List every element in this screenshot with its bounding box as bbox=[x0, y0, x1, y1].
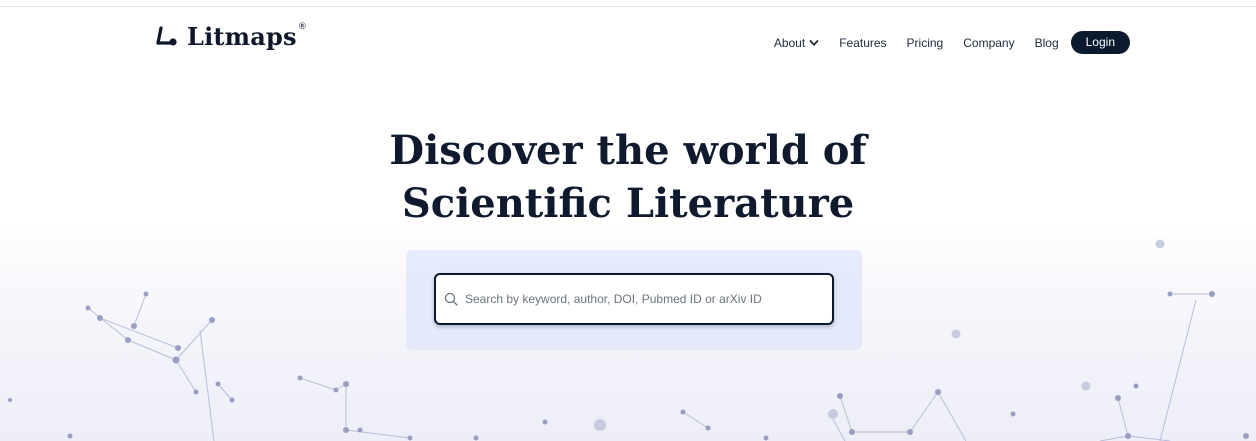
search-input[interactable] bbox=[465, 292, 825, 306]
search-panel bbox=[406, 250, 862, 350]
nav-item-pricing[interactable]: Pricing bbox=[897, 36, 954, 50]
login-button[interactable]: Login bbox=[1070, 31, 1130, 55]
hero-title-line-2: Scientific Literature bbox=[401, 180, 855, 227]
registered-mark: ® bbox=[297, 22, 307, 32]
site-header: Litmaps® About Features Pricing Company … bbox=[0, 0, 1256, 80]
nav-item-company[interactable]: Company bbox=[953, 36, 1024, 50]
nav-item-blog[interactable]: Blog bbox=[1025, 36, 1069, 50]
nav-item-about[interactable]: About bbox=[764, 36, 829, 50]
hero-title-line-1: Discover the world of bbox=[389, 127, 867, 174]
search-icon bbox=[444, 292, 458, 306]
nav-item-features[interactable]: Features bbox=[829, 36, 896, 50]
logo-link[interactable]: Litmaps® bbox=[153, 22, 307, 51]
litmaps-logo-icon bbox=[156, 26, 177, 46]
nav-item-about-label: About bbox=[773, 35, 806, 50]
search-box[interactable] bbox=[434, 273, 834, 325]
hero-title: Discover the world of Scientific Literat… bbox=[0, 124, 1256, 230]
brand-name: Litmaps® bbox=[187, 22, 307, 51]
main-nav: About Features Pricing Company Blog Logi… bbox=[764, 31, 1130, 55]
chevron-down-icon bbox=[809, 39, 819, 46]
